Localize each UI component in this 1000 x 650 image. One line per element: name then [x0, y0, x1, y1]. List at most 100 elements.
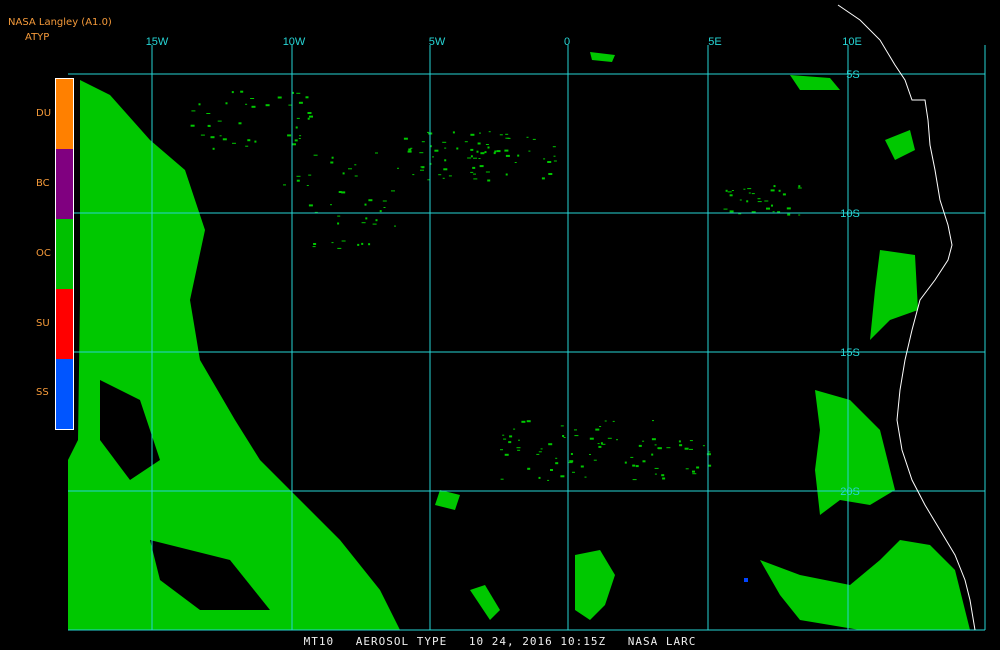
aerosol-speckle — [331, 156, 334, 159]
aerosol-speckle — [569, 460, 574, 463]
aerosol-speckle — [375, 152, 378, 154]
aerosol-patch-northeast — [790, 75, 840, 90]
aerosol-speckle — [689, 448, 693, 450]
aerosol-speckle — [580, 465, 584, 468]
aerosol-speckle — [478, 158, 481, 159]
aerosol-speckle — [727, 191, 732, 193]
aerosol-speckle — [467, 157, 472, 159]
aerosol-speckle — [485, 144, 489, 145]
aerosol-speckle — [612, 420, 615, 422]
aerosol-speckle — [444, 159, 447, 162]
aerosol-speckle — [513, 428, 516, 430]
aerosol-speckle — [442, 141, 447, 143]
aerosol-speckle — [505, 137, 510, 139]
aerosol-speckle — [725, 189, 728, 192]
aerosol-speckle — [751, 193, 755, 195]
aerosol-speckle — [504, 453, 509, 456]
aerosol-speckle — [217, 120, 222, 122]
aerosol-speckle — [295, 126, 298, 129]
aerosol-speckle — [560, 425, 564, 427]
footer-datetime: 10 24, 2016 10:15Z — [468, 635, 607, 648]
aerosol-speckle — [391, 190, 395, 192]
aerosol-speckle — [313, 243, 317, 245]
aerosol-speckle — [748, 192, 751, 194]
aerosol-speckle — [456, 147, 459, 150]
aerosol-speckle — [778, 189, 781, 192]
aerosol-speckle — [787, 213, 791, 216]
aerosol-speckle — [652, 420, 654, 422]
status-footer: MT10 AEROSOL TYPE 10 24, 2016 10:15Z NAS… — [0, 635, 1000, 648]
aerosol-speckle — [361, 222, 366, 224]
aerosol-patch-coast-2 — [870, 250, 918, 340]
aerosol-speckle — [574, 435, 579, 437]
aerosol-speckle — [593, 459, 597, 461]
aerosol-speckle — [568, 462, 573, 464]
aerosol-speckle — [657, 447, 662, 450]
aerosol-speckle — [547, 161, 552, 163]
legend-swatch-oc — [56, 219, 73, 289]
aerosol-speckle — [574, 429, 577, 431]
aerosol-speckle — [294, 139, 298, 142]
aerosol-speckle — [434, 149, 439, 152]
aerosol-speckle — [684, 447, 689, 450]
aerosol-speckle — [208, 125, 211, 127]
aerosol-speckle — [563, 437, 566, 438]
aerosol-speckle — [502, 434, 505, 436]
lon-label-5e: 5E — [708, 36, 721, 48]
aerosol-speckle — [287, 134, 292, 137]
aerosol-speckle — [607, 437, 612, 439]
aerosol-speckle — [337, 247, 342, 249]
aerosol-speckle — [604, 420, 607, 422]
coastline — [837, 4, 976, 631]
aerosol-speckle — [341, 191, 346, 194]
aerosol-speckle — [427, 131, 429, 133]
aerosol-speckle — [589, 437, 594, 440]
aerosol-speckle — [528, 150, 531, 152]
aerosol-speckle — [219, 135, 222, 137]
aerosol-speckle — [200, 134, 205, 136]
aerosol-speckle — [245, 103, 248, 105]
aerosol-speckle — [283, 184, 286, 186]
aerosol-speckle — [432, 156, 434, 158]
aerosol-speckle — [731, 190, 734, 191]
lat-label-5s: 5S — [846, 69, 859, 81]
aerosol-speckle — [764, 200, 769, 202]
aerosol-speckle — [296, 175, 301, 177]
aerosol-green-fields — [68, 52, 970, 630]
aerosol-speckle — [521, 420, 526, 423]
aerosol-speckle — [746, 200, 749, 203]
aerosol-patch-west — [68, 80, 400, 630]
legend-label-bc: BC — [36, 178, 50, 189]
aerosol-speckle — [470, 133, 475, 136]
aerosol-speckle — [354, 164, 357, 166]
aerosol-speckle — [654, 467, 659, 469]
aerosol-speckle — [662, 477, 666, 480]
aerosol-speckle — [330, 204, 332, 206]
lat-label-10s: 10S — [840, 208, 860, 220]
footer-product: AEROSOL TYPE — [355, 635, 448, 648]
lat-label-20s: 20S — [840, 486, 860, 498]
aerosol-speckle — [757, 198, 761, 200]
aerosol-speckle — [500, 478, 504, 480]
aerosol-patch-southeast — [760, 540, 970, 630]
aerosol-speckle — [444, 147, 447, 149]
aerosol-speckle — [331, 242, 334, 244]
aerosol-speckle — [654, 473, 657, 475]
aerosol-speckle — [472, 166, 476, 169]
aerosol-speckle — [368, 199, 373, 202]
aerosol-speckle — [298, 138, 301, 139]
aerosol-speckle — [452, 131, 455, 134]
legend-swatch-ss — [56, 359, 73, 429]
aerosol-speckle — [679, 444, 683, 447]
aerosol-speckle — [309, 115, 313, 118]
aerosol-speckle — [642, 460, 646, 463]
aerosol-speckle — [296, 92, 301, 94]
aerosol-speckle — [747, 188, 752, 190]
aerosol-speckle — [696, 466, 700, 469]
aerosol-speckle — [397, 167, 399, 169]
aerosol-patch-south-3 — [470, 585, 500, 620]
aerosol-speckle — [552, 146, 556, 148]
aerosol-speckle — [368, 243, 371, 246]
aerosol-speckle — [798, 214, 801, 216]
aerosol-speckle — [526, 136, 529, 138]
